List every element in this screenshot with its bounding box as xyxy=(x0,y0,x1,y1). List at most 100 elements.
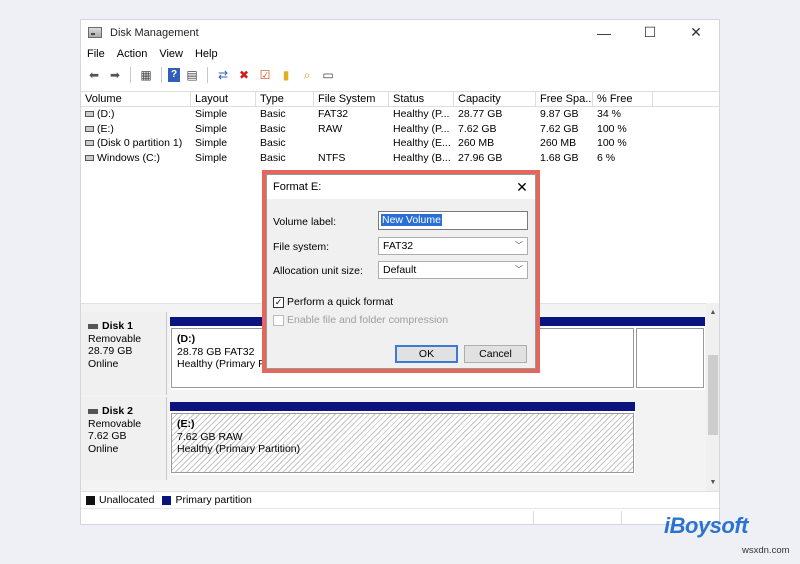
compression-checkbox: Enable file and folder compression xyxy=(273,314,448,326)
legend-unallocated: Unallocated xyxy=(86,494,154,506)
volume-file-system: RAW xyxy=(318,122,343,135)
table-row[interactable]: (Disk 0 partition 1) Simple Basic Health… xyxy=(81,136,719,151)
properties-icon[interactable]: ▦ xyxy=(137,66,155,84)
volume-free-space: 7.62 GB xyxy=(540,122,579,135)
console-icon[interactable]: ▤ xyxy=(183,66,201,84)
column-layout[interactable]: Layout xyxy=(191,92,256,106)
volume-free-space: 9.87 GB xyxy=(540,108,579,120)
forward-arrow-icon[interactable]: ➡ xyxy=(106,66,124,84)
volume-percent-free: 34 % xyxy=(597,108,621,120)
title-bar: Disk Management — ☐ ✕ xyxy=(81,20,719,45)
checkmark-icon: ✓ xyxy=(273,296,284,308)
checkbox-box xyxy=(273,314,284,326)
connect-icon[interactable]: ⇄ xyxy=(214,66,232,84)
cancel-button[interactable]: Cancel xyxy=(464,345,527,363)
volume-percent-free: 100 % xyxy=(597,137,627,149)
allocation-unit-select[interactable]: Default ﹀ xyxy=(378,261,528,279)
volume-capacity: 28.77 GB xyxy=(458,108,503,120)
volume-type: Basic xyxy=(260,108,286,120)
column-status[interactable]: Status xyxy=(389,92,454,106)
maximize-button[interactable]: ☐ xyxy=(627,20,673,45)
table-row[interactable]: (E:) Simple Basic RAW Healthy (P... 7.62… xyxy=(81,122,719,137)
delete-icon[interactable]: ✖ xyxy=(235,66,253,84)
toolbar: ⬅ ➡ ▦ ? ▤ ⇄ ✖ ☑ ▮ ⌕ ▭ xyxy=(81,64,719,86)
volume-free-space: 1.68 GB xyxy=(540,151,579,164)
volume-name: (Disk 0 partition 1) xyxy=(97,137,183,149)
file-system-select[interactable]: FAT32 ﹀ xyxy=(378,237,528,255)
volume-label-label: Volume label: xyxy=(273,216,337,228)
volume-capacity: 27.96 GB xyxy=(458,151,503,164)
column-file-system[interactable]: File System xyxy=(314,92,389,106)
column-volume[interactable]: Volume xyxy=(81,92,191,106)
volume-capacity: 7.62 GB xyxy=(458,122,497,135)
disk-management-icon xyxy=(88,27,102,38)
partition-body: (E:) 7.62 GB RAW Healthy (Primary Partit… xyxy=(171,413,634,473)
back-arrow-icon[interactable]: ⬅ xyxy=(85,66,103,84)
column-capacity[interactable]: Capacity xyxy=(454,92,536,106)
chevron-down-icon: ﹀ xyxy=(515,241,523,250)
partition-e[interactable]: (E:) 7.62 GB RAW Healthy (Primary Partit… xyxy=(170,402,635,475)
allocation-unit-label: Allocation unit size: xyxy=(273,265,363,277)
search-icon[interactable]: ⌕ xyxy=(298,66,316,84)
dialog-title-bar: Format E: ✕ xyxy=(267,175,535,199)
partition-body xyxy=(636,328,704,388)
menu-file[interactable]: File xyxy=(81,46,111,63)
close-button[interactable]: ✕ xyxy=(673,20,719,45)
check-icon[interactable]: ☑ xyxy=(256,66,274,84)
volume-file-system xyxy=(314,136,389,151)
disk-info[interactable]: Disk 2 Removable 7.62 GB Online xyxy=(81,397,167,480)
folder-icon[interactable]: ▮ xyxy=(277,66,295,84)
disk-size: 7.62 GB xyxy=(88,430,127,442)
legend-swatch xyxy=(162,495,172,505)
disk-status: Online xyxy=(88,357,119,370)
legend-label: Primary partition xyxy=(175,494,252,506)
table-row[interactable]: (D:) Simple Basic FAT32 Healthy (P... 28… xyxy=(81,107,719,122)
volume-layout: Simple xyxy=(195,137,228,149)
disk-type: Removable xyxy=(88,332,142,345)
help-icon[interactable]: ? xyxy=(168,68,180,82)
file-system-value: FAT32 xyxy=(383,240,414,252)
partition-d-extension[interactable] xyxy=(635,317,705,390)
scroll-up-icon[interactable]: ▲ xyxy=(706,305,719,319)
dialog-close-button[interactable]: ✕ xyxy=(513,178,531,196)
volume-icon xyxy=(85,140,94,147)
disk-size: 28.79 GB xyxy=(88,345,133,357)
scroll-down-icon[interactable]: ▼ xyxy=(706,475,719,489)
column-percent-free[interactable]: % Free xyxy=(593,92,653,106)
volume-name: (D:) xyxy=(97,108,115,120)
partition-status: Healthy (Primary Partition) xyxy=(177,443,301,455)
status-divider xyxy=(621,511,622,524)
menu-view[interactable]: View xyxy=(153,46,189,63)
vertical-scrollbar[interactable]: ▲ ▼ xyxy=(706,303,719,491)
view-icon[interactable]: ▭ xyxy=(319,66,337,84)
volume-type: Basic xyxy=(260,137,286,149)
table-row[interactable]: Windows (C:) Simple Basic NTFS Healthy (… xyxy=(81,151,719,166)
volume-capacity: 260 MB xyxy=(458,137,495,149)
volume-file-system: NTFS xyxy=(318,151,346,164)
volume-status: Healthy (P... xyxy=(393,122,450,135)
column-type[interactable]: Type xyxy=(256,92,314,106)
file-system-label: File system: xyxy=(273,241,330,253)
partition-bar xyxy=(635,317,705,326)
menu-action[interactable]: Action xyxy=(111,46,154,63)
column-free-space[interactable]: Free Spa... xyxy=(536,92,593,106)
partition-name: (E:) xyxy=(177,418,195,430)
legend: Unallocated Primary partition xyxy=(81,491,719,508)
disk-info[interactable]: Disk 1 Removable 28.79 GB Online xyxy=(81,312,167,395)
volume-label-input[interactable]: New Volume xyxy=(378,211,528,230)
volume-type: Basic xyxy=(260,151,286,164)
status-divider xyxy=(533,511,534,524)
volume-label-value: New Volume xyxy=(381,214,442,226)
volume-icon xyxy=(85,111,94,118)
iboysoft-logo: iBoysoft xyxy=(664,513,749,538)
volume-list: Volume Layout Type File System Status Ca… xyxy=(81,91,719,165)
volume-layout: Simple xyxy=(195,122,228,135)
ok-button[interactable]: OK xyxy=(395,345,458,363)
toolbar-separator xyxy=(130,67,131,83)
quick-format-checkbox[interactable]: ✓ Perform a quick format xyxy=(273,296,393,308)
watermark-site: wsxdn.com xyxy=(742,545,790,556)
scroll-thumb[interactable] xyxy=(708,355,718,435)
menu-help[interactable]: Help xyxy=(189,46,224,63)
minimize-button[interactable]: — xyxy=(581,20,627,45)
disk-name: Disk 1 xyxy=(102,320,133,332)
